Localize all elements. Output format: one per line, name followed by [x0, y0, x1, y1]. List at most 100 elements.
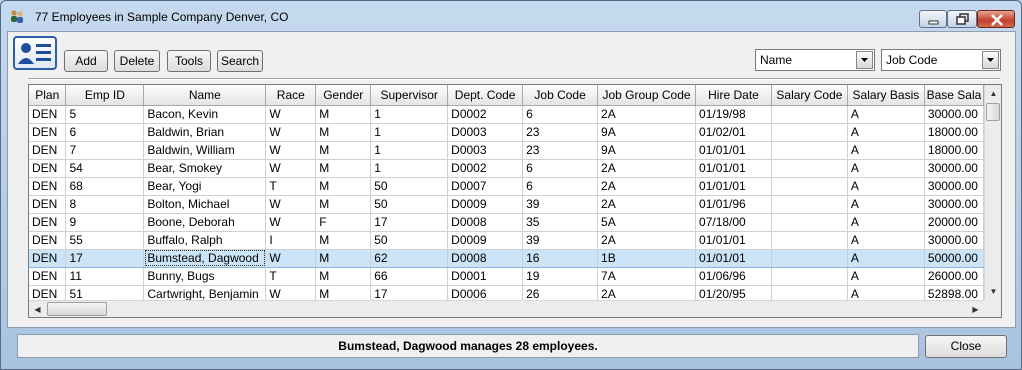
column-header[interactable]: Dept. Code: [447, 85, 524, 106]
table-cell[interactable]: [771, 177, 848, 196]
table-cell[interactable]: 7A: [597, 267, 697, 286]
add-button[interactable]: Add: [64, 50, 108, 72]
table-cell[interactable]: [771, 285, 848, 300]
table-cell[interactable]: DEN: [29, 177, 67, 196]
close-window-button[interactable]: [977, 10, 1015, 28]
table-cell[interactable]: 01/01/01: [695, 177, 772, 196]
table-cell[interactable]: Bacon, Kevin: [143, 105, 267, 124]
table-cell[interactable]: 35: [522, 213, 599, 232]
table-cell[interactable]: 2A: [597, 177, 697, 196]
table-cell[interactable]: A: [847, 105, 925, 124]
table-cell[interactable]: 01/02/01: [695, 123, 772, 142]
table-cell[interactable]: 1B: [597, 248, 697, 268]
table-cell[interactable]: DEN: [29, 267, 67, 286]
table-cell[interactable]: 26: [522, 285, 599, 300]
table-cell[interactable]: 18000.00: [924, 141, 984, 160]
table-cell[interactable]: DEN: [29, 123, 67, 142]
table-cell[interactable]: M: [315, 141, 372, 160]
table-cell[interactable]: M: [315, 177, 372, 196]
table-cell[interactable]: 30000.00: [924, 195, 984, 214]
table-cell[interactable]: 50: [370, 195, 449, 214]
table-cell[interactable]: 1: [370, 159, 449, 178]
table-cell[interactable]: W: [265, 141, 317, 160]
employee-grid[interactable]: Plan Emp ID Name Race Gender Supervisor Dept. …: [28, 84, 1002, 318]
table-cell[interactable]: 01/20/95: [695, 285, 772, 300]
column-header[interactable]: Emp ID: [65, 85, 145, 106]
table-cell[interactable]: A: [847, 267, 925, 286]
table-cell[interactable]: 1: [370, 123, 449, 142]
table-cell[interactable]: [771, 141, 848, 160]
table-cell[interactable]: 01/19/98: [695, 105, 772, 124]
table-cell[interactable]: D0003: [447, 123, 524, 142]
table-cell[interactable]: Baldwin, Brian: [143, 123, 267, 142]
table-cell[interactable]: M: [315, 123, 372, 142]
table-cell[interactable]: W: [265, 213, 317, 232]
table-cell[interactable]: 26000.00: [924, 267, 984, 286]
scroll-down-icon[interactable]: ▼: [985, 283, 1001, 300]
table-cell[interactable]: A: [847, 177, 925, 196]
table-cell[interactable]: [771, 213, 848, 232]
table-cell[interactable]: M: [315, 285, 372, 300]
table-cell[interactable]: 6: [522, 105, 599, 124]
column-header[interactable]: Hire Date: [695, 85, 772, 106]
table-cell[interactable]: M: [315, 248, 372, 268]
table-cell[interactable]: DEN: [29, 231, 67, 250]
table-cell[interactable]: [771, 267, 848, 286]
table-cell[interactable]: 01/01/01: [695, 141, 772, 160]
column-header[interactable]: Gender: [315, 85, 372, 106]
scroll-up-icon[interactable]: ▲: [985, 85, 1001, 102]
table-cell[interactable]: 9A: [597, 141, 697, 160]
table-cell[interactable]: A: [847, 123, 925, 142]
table-cell[interactable]: Bear, Yogi: [143, 177, 267, 196]
table-cell[interactable]: 7: [65, 141, 145, 160]
column-header[interactable]: Salary Basis: [847, 85, 925, 106]
chevron-down-icon[interactable]: [856, 51, 873, 69]
table-cell[interactable]: DEN: [29, 285, 67, 300]
table-cell[interactable]: D0006: [447, 285, 524, 300]
table-cell[interactable]: [771, 123, 848, 142]
table-cell[interactable]: A: [847, 195, 925, 214]
table-row[interactable]: DEN 11 Bunny, Bugs T M 66 D0001 19 7A 01/06/96 A 26…: [29, 267, 984, 286]
table-cell[interactable]: 51: [65, 285, 145, 300]
table-cell[interactable]: Bear, Smokey: [143, 159, 267, 178]
primary-sort-select[interactable]: Name: [755, 49, 875, 71]
minimize-button[interactable]: [919, 10, 947, 28]
restore-button[interactable]: [947, 10, 977, 28]
table-cell[interactable]: DEN: [29, 141, 67, 160]
table-cell[interactable]: Bumstead, Dagwood: [143, 248, 267, 268]
horizontal-scroll-thumb[interactable]: [47, 302, 107, 316]
table-cell[interactable]: D0009: [447, 231, 524, 250]
table-cell[interactable]: D0001: [447, 267, 524, 286]
horizontal-scrollbar[interactable]: ◀ ▶: [29, 300, 984, 317]
table-cell[interactable]: Baldwin, William: [143, 141, 267, 160]
vertical-scroll-thumb[interactable]: [986, 103, 1000, 121]
table-cell[interactable]: 9A: [597, 123, 697, 142]
table-cell[interactable]: 50: [370, 231, 449, 250]
column-header[interactable]: Job Code: [522, 85, 599, 106]
table-cell[interactable]: 6: [522, 177, 599, 196]
table-cell[interactable]: 30000.00: [924, 105, 984, 124]
table-cell[interactable]: D0003: [447, 141, 524, 160]
table-row[interactable]: DEN 17 Bumstead, Dagwood W M 62 D0008 16 1B 01/01…: [29, 248, 984, 268]
chevron-down-icon[interactable]: [982, 51, 999, 69]
table-cell[interactable]: A: [847, 248, 925, 268]
table-cell[interactable]: 17: [65, 248, 145, 268]
table-cell[interactable]: 11: [65, 267, 145, 286]
table-cell[interactable]: 52898.00: [924, 285, 984, 300]
table-row[interactable]: DEN 7 Baldwin, William W M 1 D0003 23 9A 01/01/01…: [29, 141, 984, 160]
column-header[interactable]: Job Group Code: [597, 85, 697, 106]
column-header[interactable]: Base Sala: [924, 85, 984, 106]
column-header[interactable]: Race: [265, 85, 317, 106]
table-cell[interactable]: T: [265, 267, 317, 286]
table-cell[interactable]: 54: [65, 159, 145, 178]
table-cell[interactable]: 68: [65, 177, 145, 196]
table-cell[interactable]: 50000.00: [924, 248, 984, 268]
table-cell[interactable]: W: [265, 285, 317, 300]
table-cell[interactable]: 2A: [597, 285, 697, 300]
table-cell[interactable]: 01/01/01: [695, 248, 772, 268]
table-cell[interactable]: 39: [522, 231, 599, 250]
table-row[interactable]: DEN 6 Baldwin, Brian W M 1 D0003 23 9A 01/02/01 A 1…: [29, 123, 984, 142]
table-cell[interactable]: A: [847, 159, 925, 178]
table-cell[interactable]: I: [265, 231, 317, 250]
table-cell[interactable]: 8: [65, 195, 145, 214]
